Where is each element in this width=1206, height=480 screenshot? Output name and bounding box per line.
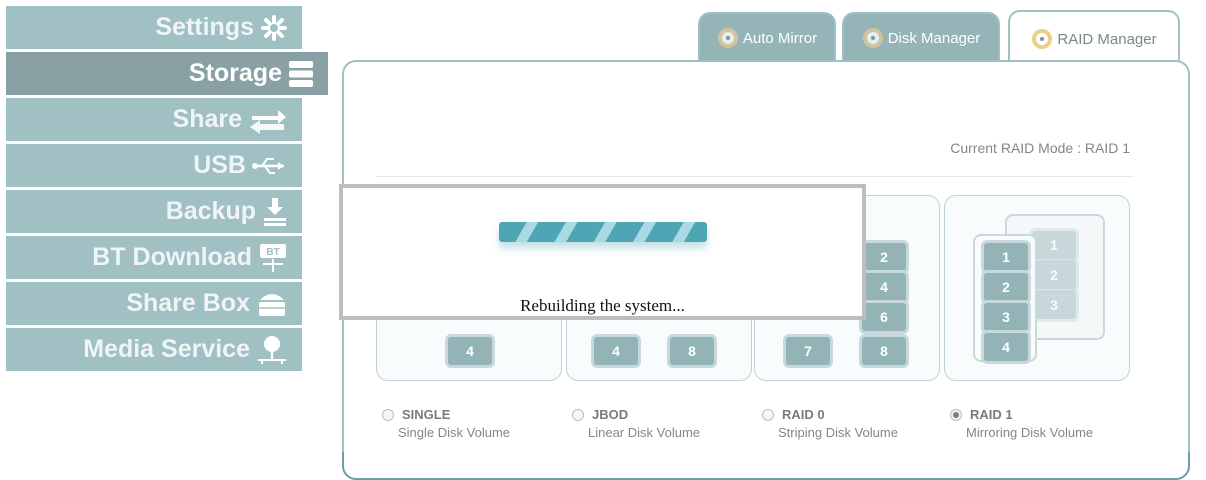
progress-bar — [499, 222, 707, 242]
progress-fill — [499, 222, 707, 242]
dialog-message: Rebuilding the system... — [520, 296, 685, 315]
rebuild-dialog: Rebuilding the system... — [339, 184, 866, 320]
